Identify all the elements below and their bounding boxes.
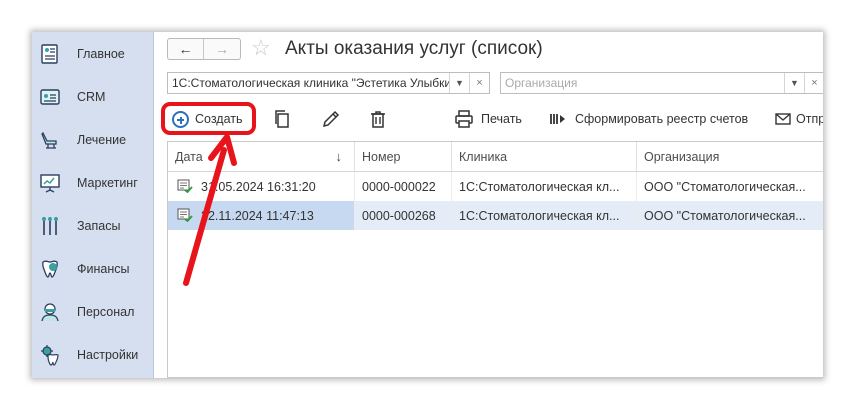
back-button[interactable]: ← (168, 39, 204, 59)
column-number-label: Номер (362, 149, 401, 164)
edit-icon[interactable] (321, 109, 341, 129)
register-button[interactable]: Сформировать реестр счетов (575, 112, 748, 126)
crm-icon (39, 86, 61, 108)
history-nav: ← → (167, 38, 241, 60)
chevron-down-icon[interactable]: ▼ (784, 73, 804, 93)
sidebar-item-label: Финансы (77, 261, 130, 276)
cell-number[interactable]: 0000-000022 (355, 172, 452, 201)
column-clinic-label: Клиника (459, 149, 508, 164)
main-panel: ← → ☆ Акты оказания услуг (список) 1С:Ст… (155, 32, 823, 378)
sidebar-item-label: Персонал (77, 304, 135, 319)
column-date[interactable]: Дата ↓ (168, 142, 355, 171)
star-icon[interactable]: ☆ (251, 36, 271, 60)
documents-table: Дата ↓ Номер Клиника Организация 31.05.2… (167, 141, 823, 378)
page-title: Акты оказания услуг (список) (285, 38, 543, 59)
dental-tools-icon (39, 215, 61, 237)
sidebar-item-label: CRM (77, 89, 106, 104)
column-number[interactable]: Номер (355, 142, 452, 171)
sidebar-item-main[interactable]: Главное (32, 32, 154, 75)
dental-chair-icon (39, 129, 61, 151)
close-icon[interactable]: × (804, 73, 823, 93)
close-icon[interactable]: × (469, 73, 489, 93)
doctor-icon (39, 301, 61, 323)
cell-number[interactable]: 0000-000268 (355, 201, 452, 230)
sidebar-item-crm[interactable]: CRM (32, 75, 154, 118)
home-icon (39, 43, 61, 65)
sidebar-item-label: Главное (77, 46, 125, 61)
send-button[interactable]: Отправить (796, 112, 823, 126)
chevron-down-icon[interactable]: ▼ (449, 73, 469, 93)
sidebar-item-stock[interactable]: Запасы (32, 204, 154, 247)
cell-organization[interactable]: ООО "Стоматологическая... (637, 172, 823, 201)
sidebar-item-label: Настройки (77, 347, 139, 362)
sidebar-item-finance[interactable]: Финансы (32, 247, 154, 290)
copy-icon[interactable] (272, 109, 292, 129)
sidebar: Главное CRM Лечение Маркетинг Запасы Фин… (32, 32, 154, 378)
posted-document-icon (177, 179, 193, 193)
posted-document-icon (177, 208, 193, 222)
cell-date[interactable]: 22.11.2024 11:47:13 (168, 201, 355, 230)
sort-down-icon[interactable]: ↓ (336, 149, 343, 164)
organization-filter-placeholder[interactable]: Организация (501, 76, 784, 90)
delete-icon[interactable] (368, 109, 388, 129)
app-window: Главное CRM Лечение Маркетинг Запасы Фин… (32, 32, 823, 378)
presentation-icon (39, 172, 61, 194)
register-icon (550, 114, 565, 124)
cell-organization[interactable]: ООО "Стоматологическая... (637, 201, 823, 230)
forward-button[interactable]: → (204, 39, 240, 59)
column-organization[interactable]: Организация (637, 142, 823, 171)
column-date-label: Дата (175, 149, 203, 164)
sidebar-item-treatment[interactable]: Лечение (32, 118, 154, 161)
sidebar-item-label: Лечение (77, 132, 127, 147)
sidebar-item-label: Запасы (77, 218, 121, 233)
mail-icon (775, 113, 791, 125)
print-icon[interactable] (454, 109, 474, 129)
table-row[interactable]: 22.11.2024 11:47:13 0000-000268 1С:Стома… (168, 201, 823, 230)
sidebar-item-marketing[interactable]: Маркетинг (32, 161, 154, 204)
table-row[interactable]: 31.05.2024 16:31:20 0000-000022 1С:Стома… (168, 172, 823, 201)
column-organization-label: Организация (644, 149, 720, 164)
sidebar-item-settings[interactable]: Настройки (32, 333, 154, 376)
print-button[interactable]: Печать (481, 112, 522, 126)
clinic-filter[interactable]: 1С:Стоматологическая клиника "Эстетика У… (167, 72, 490, 94)
annotation-highlight (161, 102, 256, 135)
sidebar-item-label: Маркетинг (77, 175, 138, 190)
cell-date[interactable]: 31.05.2024 16:31:20 (168, 172, 355, 201)
organization-filter[interactable]: Организация ▼ × (500, 72, 823, 94)
sidebar-item-staff[interactable]: Персонал (32, 290, 154, 333)
table-header: Дата ↓ Номер Клиника Организация (168, 142, 823, 172)
tooth-gear-icon (39, 344, 61, 366)
cell-clinic[interactable]: 1С:Стоматологическая кл... (452, 201, 637, 230)
column-clinic[interactable]: Клиника (452, 142, 637, 171)
clinic-filter-value[interactable]: 1С:Стоматологическая клиника "Эстетика У… (168, 76, 449, 90)
tooth-coin-icon (39, 258, 61, 280)
cell-clinic[interactable]: 1С:Стоматологическая кл... (452, 172, 637, 201)
